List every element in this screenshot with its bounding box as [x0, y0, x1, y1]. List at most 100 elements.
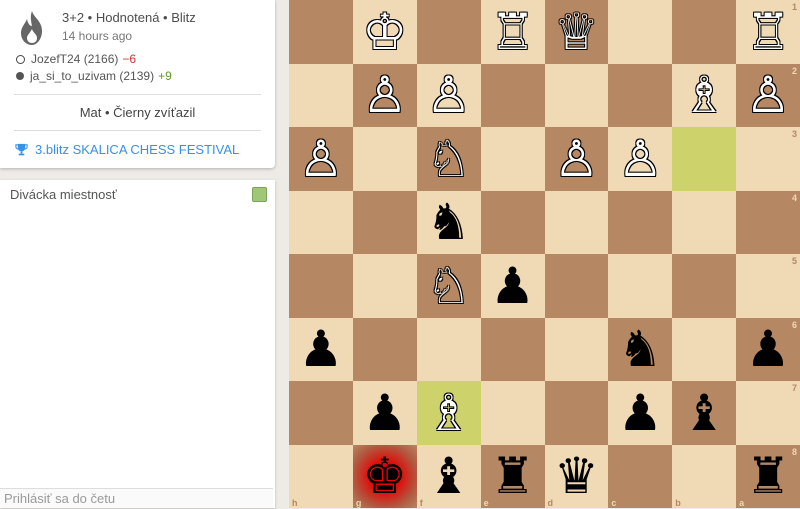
square-g1[interactable]: ♔ — [352, 0, 417, 64]
player-white: JozefT24 (2166) −6 — [16, 52, 136, 66]
chat-input[interactable]: Prihlásiť sa do četu — [0, 488, 273, 508]
white-pawn-piece[interactable]: ♙ — [736, 64, 800, 128]
square-a4[interactable]: 4 — [736, 190, 800, 254]
square-d7[interactable] — [544, 381, 609, 445]
file-label: b — [675, 498, 681, 508]
square-b1[interactable] — [672, 0, 737, 64]
white-king-piece[interactable]: ♔ — [353, 0, 417, 64]
square-f8[interactable]: f ♝ — [416, 444, 481, 509]
black-pawn-piece[interactable]: ♟ — [481, 254, 545, 318]
square-b3[interactable] — [672, 127, 737, 191]
square-c7[interactable]: ♟ — [608, 381, 673, 445]
square-h7[interactable] — [289, 381, 353, 445]
square-g4[interactable] — [352, 190, 417, 254]
square-g7[interactable]: ♟ — [352, 381, 417, 445]
square-a1[interactable]: 1 ♖ — [736, 0, 800, 64]
square-d3[interactable]: ♙ — [544, 127, 609, 191]
square-g6[interactable] — [352, 317, 417, 381]
black-knight-piece[interactable]: ♞ — [608, 318, 672, 382]
square-d1[interactable]: ♕ — [544, 0, 609, 64]
square-b7[interactable]: ♝ — [672, 381, 737, 445]
square-e3[interactable] — [480, 127, 545, 191]
white-knight-piece[interactable]: ♘ — [417, 254, 481, 318]
square-d8[interactable]: d ♛ — [544, 444, 609, 509]
square-h3[interactable]: ♙ — [289, 127, 353, 191]
white-pawn-piece[interactable]: ♙ — [608, 127, 672, 191]
square-g8[interactable]: g ♚ — [352, 444, 417, 509]
square-b2[interactable]: ♗ — [672, 63, 737, 128]
square-e5[interactable]: ♟ — [480, 254, 545, 318]
square-b4[interactable] — [672, 190, 737, 254]
white-pawn-piece[interactable]: ♙ — [545, 127, 609, 191]
black-bishop-piece[interactable]: ♝ — [672, 381, 736, 445]
square-g5[interactable] — [352, 254, 417, 318]
square-e1[interactable]: ♖ — [480, 0, 545, 64]
square-h2[interactable] — [289, 63, 353, 127]
black-bishop-piece[interactable]: ♝ — [417, 445, 481, 509]
square-e4[interactable] — [480, 190, 545, 254]
chat-toggle-checkbox[interactable] — [252, 187, 267, 202]
square-b8[interactable]: b — [672, 444, 737, 508]
black-rook-piece[interactable]: ♜ — [481, 445, 545, 509]
player-black-name[interactable]: ja_si_to_uzivam (2139) — [30, 69, 154, 83]
square-b5[interactable] — [672, 254, 737, 318]
white-rook-piece[interactable]: ♖ — [481, 0, 545, 64]
square-e8[interactable]: e ♜ — [480, 444, 545, 509]
square-d4[interactable] — [544, 190, 609, 254]
square-c1[interactable] — [608, 0, 673, 64]
square-d2[interactable] — [544, 63, 609, 127]
square-f1[interactable] — [416, 0, 481, 64]
square-d6[interactable] — [544, 317, 609, 381]
black-pawn-piece[interactable]: ♟ — [353, 381, 417, 445]
square-h6[interactable]: ♟ — [289, 317, 353, 382]
black-pawn-piece[interactable]: ♟ — [289, 318, 353, 382]
square-d5[interactable] — [544, 254, 609, 318]
square-b6[interactable] — [672, 317, 737, 381]
white-bishop-piece[interactable]: ♗ — [672, 64, 736, 128]
square-e2[interactable] — [480, 63, 545, 127]
white-pawn-piece[interactable]: ♙ — [417, 64, 481, 128]
black-knight-piece[interactable]: ♞ — [417, 191, 481, 255]
square-f3[interactable]: ♘ — [416, 127, 481, 191]
square-f4[interactable]: ♞ — [416, 190, 481, 255]
square-f6[interactable] — [416, 317, 481, 381]
white-bishop-piece[interactable]: ♗ — [417, 381, 481, 445]
white-knight-piece[interactable]: ♘ — [417, 127, 481, 191]
white-rook-piece[interactable]: ♖ — [736, 0, 800, 64]
square-h8[interactable]: h — [289, 444, 353, 508]
square-a6[interactable]: 6 ♟ — [736, 317, 800, 382]
square-a8[interactable]: 8 a ♜ — [736, 444, 800, 509]
tournament-name[interactable]: 3.blitz SKALICA CHESS FESTIVAL — [35, 142, 239, 157]
black-pawn-piece[interactable]: ♟ — [736, 318, 800, 382]
square-c2[interactable] — [608, 63, 673, 127]
square-c6[interactable]: ♞ — [608, 317, 673, 382]
chess-board[interactable]: ♔ ♖ ♕ 1 ♖ ♙ ♙ ♗ 2 ♙ ♙ ♘ ♙ ♙ 3 ♞ 4 ♘ ♟ 5 ♟ ♞ 6 ♟ ♟ ♗ ♟ ♝ 7 h g ♚ f ♝ e ♜ d ♛ c b… — [289, 0, 800, 508]
square-h4[interactable] — [289, 190, 353, 254]
square-a3[interactable]: 3 — [736, 127, 800, 191]
square-e7[interactable] — [480, 381, 545, 445]
square-a7[interactable]: 7 — [736, 381, 800, 445]
player-white-name[interactable]: JozefT24 (2166) — [31, 52, 118, 66]
square-f5[interactable]: ♘ — [416, 254, 481, 318]
white-pawn-piece[interactable]: ♙ — [289, 127, 353, 191]
square-h1[interactable] — [289, 0, 353, 64]
square-f7[interactable]: ♗ — [416, 381, 481, 445]
square-h5[interactable] — [289, 254, 353, 318]
black-pawn-piece[interactable]: ♟ — [608, 381, 672, 445]
square-f2[interactable]: ♙ — [416, 63, 481, 128]
tournament-link[interactable]: 3.blitz SKALICA CHESS FESTIVAL — [15, 142, 239, 157]
square-a5[interactable]: 5 — [736, 254, 800, 318]
square-c8[interactable]: c — [608, 444, 673, 508]
square-c4[interactable] — [608, 190, 673, 254]
white-pawn-piece[interactable]: ♙ — [353, 64, 417, 128]
square-g2[interactable]: ♙ — [352, 63, 417, 128]
square-c5[interactable] — [608, 254, 673, 318]
black-king-piece[interactable]: ♚ — [353, 445, 417, 509]
square-e6[interactable] — [480, 317, 545, 381]
black-queen-piece[interactable]: ♛ — [545, 445, 609, 509]
square-c3[interactable]: ♙ — [608, 127, 673, 191]
white-queen-piece[interactable]: ♕ — [545, 0, 609, 64]
square-a2[interactable]: 2 ♙ — [736, 63, 800, 128]
black-rook-piece[interactable]: ♜ — [736, 445, 800, 509]
square-g3[interactable] — [352, 127, 417, 191]
